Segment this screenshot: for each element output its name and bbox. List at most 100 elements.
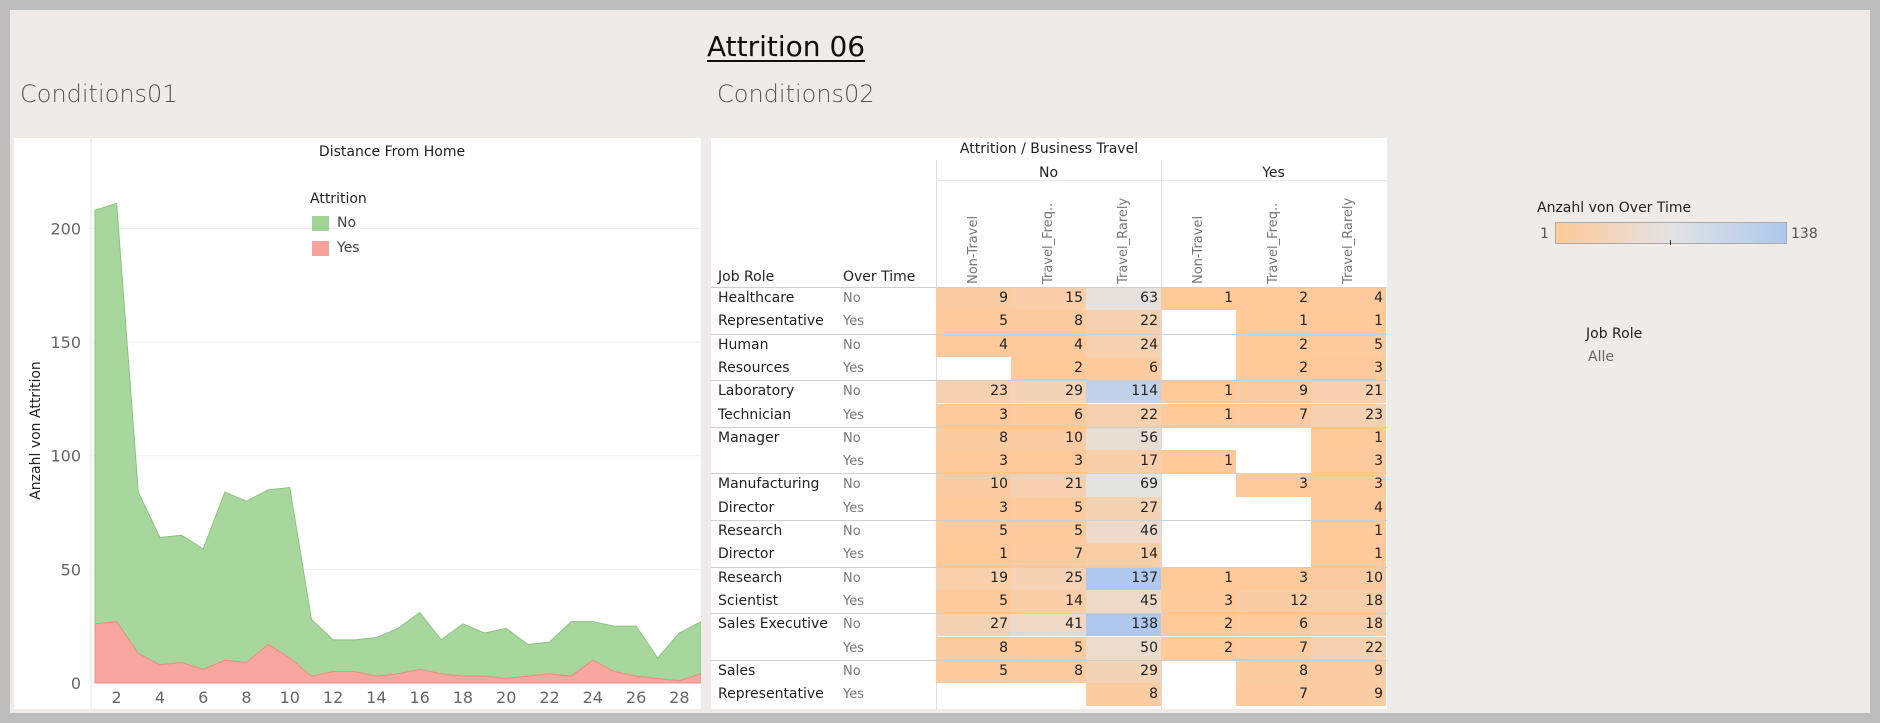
table-cell[interactable]: 4 (1311, 287, 1386, 311)
table-cell[interactable]: 46 (1086, 520, 1161, 544)
table-cell[interactable]: 1 (1161, 450, 1236, 474)
over-time-label[interactable]: Yes (843, 641, 864, 656)
over-time-label[interactable]: No (843, 664, 861, 679)
over-time-label[interactable]: No (843, 384, 861, 399)
table-cell[interactable]: 21 (1011, 473, 1086, 497)
table-cell[interactable]: 27 (1086, 496, 1161, 520)
table-cell[interactable]: 5 (936, 659, 1011, 684)
color-legend-gradient[interactable] (1555, 222, 1787, 244)
table-cell[interactable]: 3 (936, 450, 1011, 474)
table-cell[interactable]: 9 (1311, 659, 1386, 684)
table-cell[interactable]: 18 (1311, 589, 1386, 614)
table-cell[interactable]: 29 (1011, 380, 1086, 404)
table-cell[interactable]: 2 (1011, 356, 1086, 381)
table-cell[interactable]: 14 (1011, 589, 1086, 614)
table-cell[interactable]: 15 (1011, 287, 1086, 311)
crosstab-panel[interactable]: Attrition / Business Travel No Yes Job Role… (711, 138, 1387, 709)
table-cell[interactable]: 138 (1086, 613, 1161, 637)
table-cell[interactable]: 27 (936, 613, 1011, 637)
table-cell[interactable]: 10 (1011, 426, 1086, 451)
table-cell[interactable]: 25 (1011, 566, 1086, 590)
job-role-label[interactable]: Director (718, 546, 774, 562)
table-cell[interactable]: 3 (1236, 566, 1311, 590)
table-cell[interactable]: 1 (1161, 566, 1236, 590)
table-cell[interactable]: 10 (1311, 566, 1386, 590)
job-role-label[interactable]: Manufacturing (718, 476, 819, 492)
table-cell[interactable]: 1 (1161, 403, 1236, 427)
table-cell[interactable]: 5 (1011, 496, 1086, 520)
job-role-label[interactable]: Healthcare (718, 290, 794, 306)
table-cell[interactable]: 2 (1236, 287, 1311, 311)
table-cell[interactable]: 22 (1086, 310, 1161, 334)
table-cell[interactable]: 7 (1011, 543, 1086, 567)
table-cell[interactable]: 3 (1236, 473, 1311, 497)
table-cell[interactable]: 9 (1236, 380, 1311, 404)
table-cell[interactable]: 1 (1311, 520, 1386, 544)
table-cell[interactable]: 8 (1086, 683, 1161, 707)
table-cell[interactable]: 5 (1011, 520, 1086, 544)
table-cell[interactable]: 7 (1236, 403, 1311, 427)
table-cell[interactable]: 17 (1086, 450, 1161, 474)
over-time-label[interactable]: Yes (843, 408, 864, 423)
table-cell[interactable]: 56 (1086, 426, 1161, 451)
table-cell[interactable]: 3 (1311, 356, 1386, 381)
over-time-label[interactable]: Yes (843, 687, 864, 702)
table-cell[interactable]: 3 (1311, 450, 1386, 474)
over-time-label[interactable]: No (843, 524, 861, 539)
over-time-label[interactable]: Yes (843, 594, 864, 609)
job-role-label[interactable]: Scientist (718, 593, 778, 609)
job-role-label[interactable]: Research (718, 523, 782, 539)
table-cell[interactable]: 1 (936, 543, 1011, 567)
table-cell[interactable]: 3 (1311, 473, 1386, 497)
job-role-label[interactable]: Resources (718, 360, 790, 376)
table-cell[interactable]: 3 (1011, 450, 1086, 474)
table-cell[interactable]: 23 (936, 380, 1011, 404)
table-cell[interactable]: 9 (1311, 683, 1386, 707)
table-cell[interactable]: 41 (1011, 613, 1086, 637)
over-time-label[interactable]: Yes (843, 314, 864, 329)
table-cell[interactable]: 2 (1161, 613, 1236, 637)
table-cell[interactable]: 1 (1311, 543, 1386, 567)
area-chart-panel[interactable]: Distance From Home 0 50 100 150 200 2 4 6 8 10 12 14… (14, 138, 702, 709)
table-cell[interactable]: 3 (1161, 589, 1236, 614)
job-role-label[interactable]: Sales Executive (718, 616, 828, 632)
table-cell[interactable]: 8 (1011, 659, 1086, 684)
table-cell[interactable]: 5 (1011, 636, 1086, 660)
table-cell[interactable]: 114 (1086, 380, 1161, 404)
table-cell[interactable]: 1 (1161, 380, 1236, 404)
over-time-label[interactable]: No (843, 291, 861, 306)
table-cell[interactable]: 1 (1311, 426, 1386, 451)
table-cell[interactable]: 7 (1236, 683, 1311, 707)
job-role-label[interactable]: Manager (718, 430, 779, 446)
job-role-label[interactable]: Laboratory (718, 383, 794, 399)
legend-label-yes[interactable]: Yes (337, 240, 360, 256)
table-cell[interactable]: 21 (1311, 380, 1386, 404)
table-cell[interactable]: 4 (1011, 333, 1086, 357)
table-cell[interactable]: 5 (936, 589, 1011, 614)
table-cell[interactable]: 1 (1236, 310, 1311, 334)
job-role-label[interactable]: Representative (718, 686, 824, 702)
table-cell[interactable]: 10 (936, 473, 1011, 497)
job-role-label[interactable]: Research (718, 570, 782, 586)
table-cell[interactable]: 12 (1236, 589, 1311, 614)
table-cell[interactable]: 8 (1236, 659, 1311, 684)
table-cell[interactable]: 6 (1011, 403, 1086, 427)
table-cell[interactable]: 2 (1236, 356, 1311, 381)
table-cell[interactable]: 1 (1311, 310, 1386, 334)
legend-label-no[interactable]: No (337, 215, 356, 231)
over-time-label[interactable]: Yes (843, 547, 864, 562)
job-role-label[interactable]: Representative (718, 313, 824, 329)
job-role-filter-value[interactable]: Alle (1588, 349, 1614, 365)
table-cell[interactable]: 22 (1086, 403, 1161, 427)
table-cell[interactable]: 18 (1311, 613, 1386, 637)
job-role-label[interactable]: Director (718, 500, 774, 516)
over-time-label[interactable]: No (843, 477, 861, 492)
table-cell[interactable]: 2 (1161, 636, 1236, 660)
table-cell[interactable]: 19 (936, 566, 1011, 590)
table-cell[interactable]: 4 (1311, 496, 1386, 520)
legend-swatch-yes[interactable] (312, 241, 329, 256)
table-cell[interactable]: 6 (1086, 356, 1161, 381)
legend-swatch-no[interactable] (312, 216, 329, 231)
over-time-label[interactable]: Yes (843, 361, 864, 376)
table-cell[interactable]: 23 (1311, 403, 1386, 427)
